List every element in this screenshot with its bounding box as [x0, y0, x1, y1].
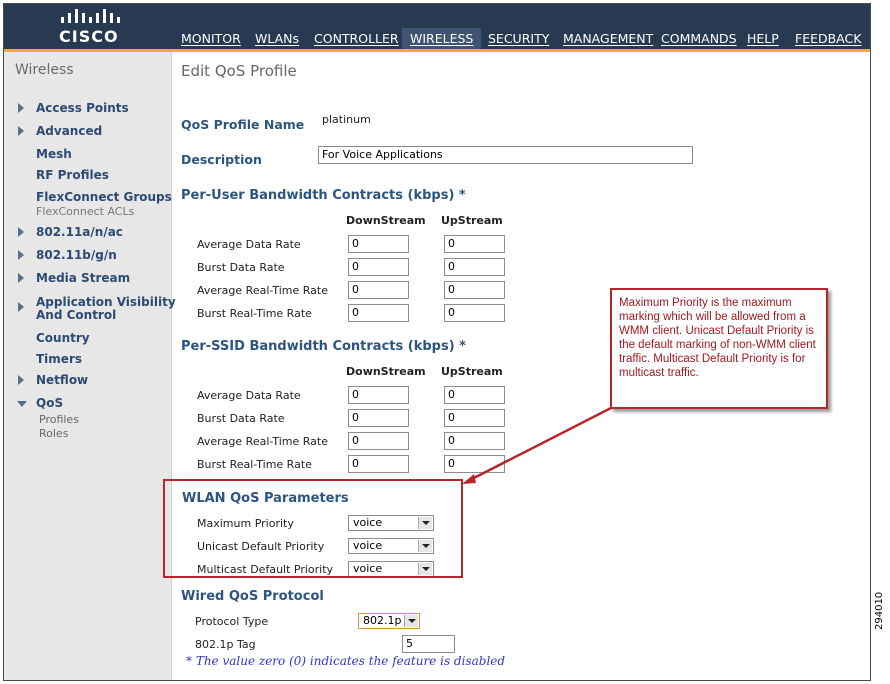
callout-note: Maximum Priority is the maximum marking … [610, 288, 828, 409]
figure-number: 294010 [874, 591, 885, 630]
